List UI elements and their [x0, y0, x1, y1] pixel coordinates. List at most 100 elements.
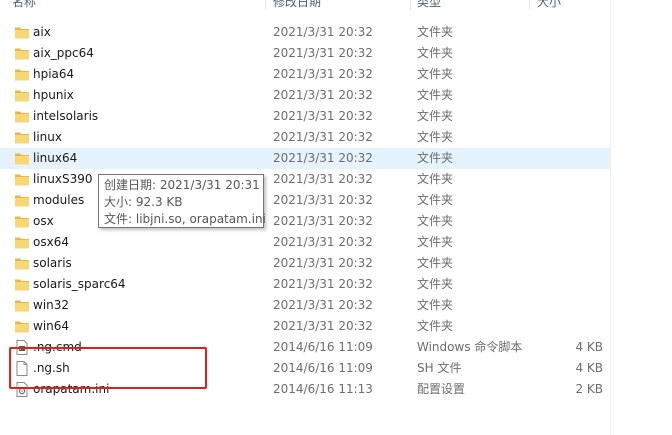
- file-type: 文件夹: [417, 46, 454, 60]
- column-size-header[interactable]: 大小: [531, 0, 561, 13]
- file-name: linuxS390: [33, 172, 93, 186]
- file-date: 2021/3/31 20:32: [273, 88, 373, 102]
- folder-icon: [14, 172, 30, 187]
- file-size: 4 KB: [575, 340, 603, 354]
- file-size: [530, 22, 603, 43]
- file-name: solaris_sparc64: [33, 277, 126, 291]
- folder-icon: [14, 25, 30, 40]
- file-row[interactable]: solaris 2021/3/31 20:32 文件夹: [0, 253, 610, 274]
- file-row[interactable]: .ng.cmd 2014/6/16 11:09 Windows 命令脚本 4 KB: [0, 337, 610, 358]
- file-row[interactable]: orapatam.ini 2014/6/16 11:13 配置设置 2 KB: [0, 379, 610, 400]
- file-type: 文件夹: [417, 214, 454, 228]
- folder-icon: [14, 130, 30, 145]
- file-row[interactable]: aix 2021/3/31 20:32 文件夹: [0, 22, 610, 43]
- list-edge: [610, 0, 611, 435]
- file-row[interactable]: aix_ppc64 2021/3/31 20:32 文件夹: [0, 43, 610, 64]
- file-type: 文件夹: [417, 277, 454, 291]
- file-date: 2021/3/31 20:32: [273, 109, 373, 123]
- file-name: aix: [33, 25, 51, 39]
- file-type: 文件夹: [417, 193, 454, 207]
- file-row[interactable]: linuxS390 2021/3/31 20:32 文件夹: [0, 169, 610, 190]
- column-divider[interactable]: [529, 0, 530, 9]
- file-size: 4 KB: [575, 361, 603, 375]
- folder-icon: [14, 235, 30, 250]
- file-size: [530, 295, 603, 316]
- tooltip-size: 大小: 92.3 KB: [104, 195, 183, 209]
- file-date: 2021/3/31 20:32: [273, 298, 373, 312]
- folder-icon: [14, 193, 30, 208]
- file-row[interactable]: win32 2021/3/31 20:32 文件夹: [0, 295, 610, 316]
- file-row[interactable]: hpunix 2021/3/31 20:32 文件夹: [0, 85, 610, 106]
- file-type: 文件夹: [417, 130, 454, 144]
- file-row[interactable]: .ng.sh 2014/6/16 11:09 SH 文件 4 KB: [0, 358, 610, 379]
- file-row[interactable]: intelsolaris 2021/3/31 20:32 文件夹: [0, 106, 610, 127]
- file-date: 2021/3/31 20:32: [273, 151, 373, 165]
- file-date: 2014/6/16 11:13: [273, 382, 373, 396]
- file-name-cell: win64: [14, 316, 264, 337]
- file-date: 2021/3/31 20:32: [273, 172, 373, 186]
- file-type: Windows 命令脚本: [417, 340, 523, 354]
- file-name: .ng.cmd: [33, 340, 82, 354]
- folder-icon: [14, 67, 30, 82]
- file-type: 文件夹: [417, 172, 454, 186]
- folder-icon: [14, 88, 30, 103]
- file-row[interactable]: win64 2021/3/31 20:32 文件夹: [0, 316, 610, 337]
- file-row[interactable]: linux64 2021/3/31 20:32 文件夹: [0, 148, 610, 169]
- file-name: hpunix: [33, 88, 74, 102]
- folder-icon: [14, 214, 30, 229]
- file-list: aix 2021/3/31 20:32 文件夹 aix_ppc64 2021/3/31 …: [0, 22, 610, 400]
- file-name: linux64: [33, 151, 78, 165]
- file-name-cell: hpunix: [14, 85, 264, 106]
- file-size: [530, 64, 603, 85]
- file-row[interactable]: osx 2021/3/31 20:32 文件夹: [0, 211, 610, 232]
- file-name-cell: .ng.sh: [14, 358, 264, 379]
- file-size: [530, 274, 603, 295]
- file-row[interactable]: solaris_sparc64 2021/3/31 20:32 文件夹: [0, 274, 610, 295]
- column-type-header[interactable]: 类型: [411, 0, 441, 13]
- file-row[interactable]: linux 2021/3/31 20:32 文件夹: [0, 127, 610, 148]
- file-date: 2021/3/31 20:32: [273, 130, 373, 144]
- file-type: 文件夹: [417, 256, 454, 270]
- file-date: 2021/3/31 20:32: [273, 235, 373, 249]
- file-name: intelsolaris: [33, 109, 99, 123]
- folder-icon: [14, 256, 30, 271]
- file-name: hpia64: [33, 67, 75, 81]
- file-name-cell: intelsolaris: [14, 106, 264, 127]
- file-name: win32: [33, 298, 70, 312]
- file-name-cell: orapatam.ini: [14, 379, 264, 400]
- file-date: 2021/3/31 20:32: [273, 214, 373, 228]
- file-date: 2014/6/16 11:09: [273, 361, 373, 375]
- file-name-cell: hpia64: [14, 64, 264, 85]
- file-row[interactable]: hpia64 2021/3/31 20:32 文件夹: [0, 64, 610, 85]
- file-size: [530, 43, 603, 64]
- column-divider[interactable]: [265, 0, 266, 9]
- file-name-cell: .ng.cmd: [14, 337, 264, 358]
- file-date: 2021/3/31 20:32: [273, 277, 373, 291]
- file-date: 2021/3/31 20:32: [273, 256, 373, 270]
- ini-file-icon: [14, 382, 30, 397]
- file-type: 文件夹: [417, 319, 454, 333]
- column-name-header[interactable]: 名称: [6, 0, 36, 13]
- tooltip-created: 创建日期: 2021/3/31 20:31: [104, 178, 260, 192]
- file-name-cell: solaris_sparc64: [14, 274, 264, 295]
- file-date: 2021/3/31 20:32: [273, 319, 373, 333]
- column-date-header[interactable]: 修改日期: [267, 0, 321, 13]
- file-type: 文件夹: [417, 25, 454, 39]
- file-date: 2014/6/16 11:09: [273, 340, 373, 354]
- file-name-cell: win32: [14, 295, 264, 316]
- file-icon: [14, 361, 30, 376]
- folder-icon: [14, 151, 30, 166]
- file-size: [530, 211, 603, 232]
- file-name: linux: [33, 130, 62, 144]
- file-type: SH 文件: [417, 361, 462, 375]
- file-size: [530, 169, 603, 190]
- folder-icon: [14, 319, 30, 334]
- column-header: 名称 修改日期 类型 大小: [0, 0, 610, 13]
- file-name-cell: solaris: [14, 253, 264, 274]
- file-row[interactable]: osx64 2021/3/31 20:32 文件夹: [0, 232, 610, 253]
- file-size: [530, 148, 603, 169]
- file-name-cell: linux64: [14, 148, 264, 169]
- cmd-file-icon: [14, 340, 30, 355]
- folder-icon: [14, 109, 30, 124]
- file-row[interactable]: modules 2021/3/31 20:32 文件夹: [0, 190, 610, 211]
